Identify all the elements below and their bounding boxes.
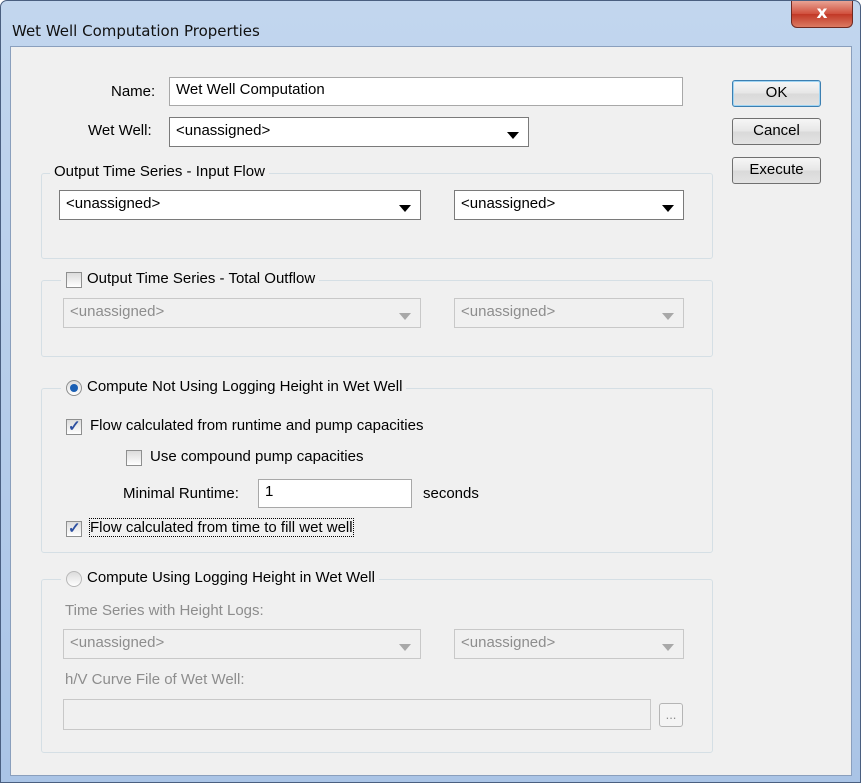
total-outflow-variable-select[interactable]: <unassigned> [454,298,684,328]
input-flow-series-value: <unassigned> [66,195,161,212]
input-flow-group-title: Output Time Series - Input Flow [50,163,269,180]
total-outflow-variable-value: <unassigned> [461,303,556,320]
browse-file-button[interactable]: ... [659,703,683,727]
wet-well-select-value: <unassigned> [176,122,271,139]
fill-time-checkbox[interactable] [66,519,82,537]
window-title: Wet Well Computation Properties [12,22,260,40]
close-icon: x [816,3,828,23]
chevron-down-icon [662,313,674,320]
compound-capacities-checkbox[interactable] [126,450,142,466]
not-logging-group-title: Compute Not Using Logging Height in Wet … [61,378,407,395]
flow-runtime-label[interactable]: Flow calculated from runtime and pump ca… [90,417,424,434]
ok-button[interactable]: OK [732,80,821,107]
total-outflow-series-value: <unassigned> [70,303,165,320]
total-outflow-group-title: Output Time Series - Total Outflow [61,270,320,287]
wet-well-label: Wet Well: [88,122,152,139]
input-flow-variable-select[interactable]: <unassigned> [454,190,684,220]
dialog-window: Wet Well Computation Properties x Name: … [0,0,861,783]
height-logs-series-value: <unassigned> [70,634,165,651]
name-label: Name: [111,83,156,100]
chevron-down-icon [399,644,411,651]
cancel-button[interactable]: Cancel [732,118,821,145]
height-logs-label: Time Series with Height Logs: [65,602,264,619]
input-flow-variable-value: <unassigned> [461,195,556,212]
height-logs-variable-value: <unassigned> [461,634,556,651]
height-logs-series-select[interactable]: <unassigned> [63,629,421,659]
execute-button[interactable]: Execute [732,157,821,184]
dialog-client-area: Name: Wet Well Computation Wet Well: <un… [10,46,852,776]
compound-capacities-label[interactable]: Use compound pump capacities [150,448,363,465]
name-input[interactable]: Wet Well Computation [169,77,683,106]
logging-group-title: Compute Using Logging Height in Wet Well [61,569,379,586]
chevron-down-icon [662,205,674,212]
min-runtime-input[interactable]: 1 [258,479,412,508]
close-button[interactable]: x [791,1,853,28]
logging-radio[interactable] [66,571,82,587]
chevron-down-icon [507,132,519,139]
chevron-down-icon [399,205,411,212]
wet-well-select[interactable]: <unassigned> [169,117,529,147]
input-flow-series-select[interactable]: <unassigned> [59,190,421,220]
total-outflow-checkbox[interactable] [66,272,82,288]
fill-time-label[interactable]: Flow calculated from time to fill wet we… [89,518,354,537]
curve-file-input[interactable] [63,699,651,730]
height-logs-variable-select[interactable]: <unassigned> [454,629,684,659]
min-runtime-label: Minimal Runtime: [123,485,239,502]
not-logging-radio[interactable] [66,380,82,396]
curve-file-label: h/V Curve File of Wet Well: [65,671,245,688]
chevron-down-icon [662,644,674,651]
chevron-down-icon [399,313,411,320]
min-runtime-unit: seconds [423,485,479,502]
flow-runtime-checkbox[interactable] [66,417,82,435]
total-outflow-series-select[interactable]: <unassigned> [63,298,421,328]
